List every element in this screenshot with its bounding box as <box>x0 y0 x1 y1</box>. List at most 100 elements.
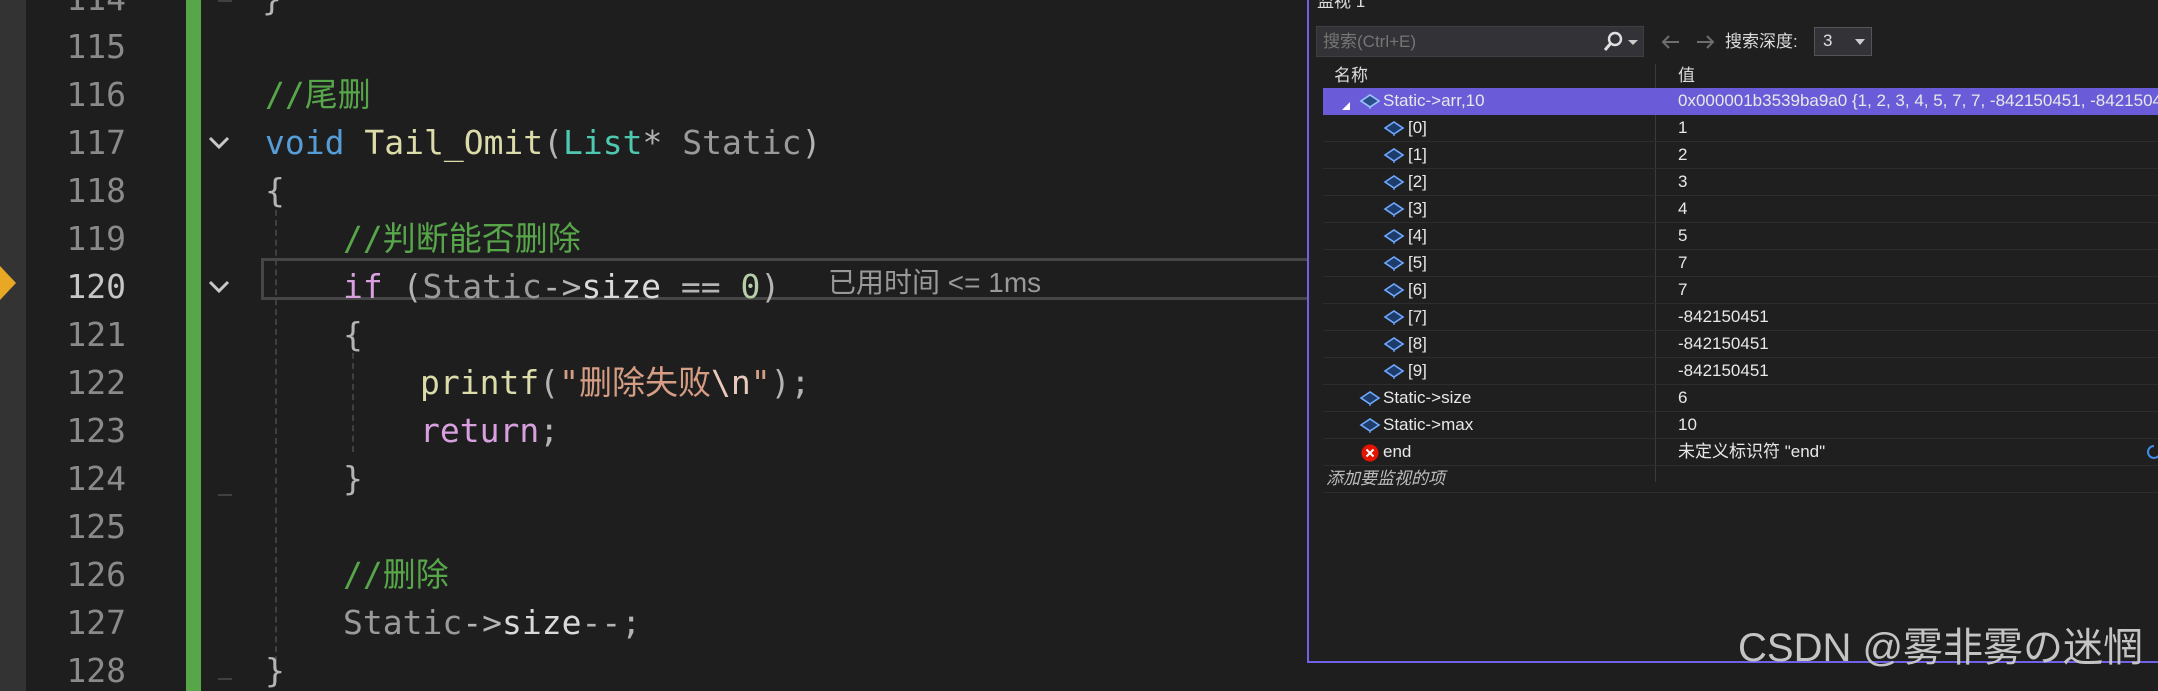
watch-name[interactable]: end <box>1383 439 1411 465</box>
code-line: 122 printf("删除失败\n"); <box>0 359 1310 407</box>
watch-value[interactable]: 1 <box>1678 115 1687 141</box>
variable-icon <box>1359 92 1381 110</box>
watch-row-error[interactable]: end 未定义标识符 "end" <box>1323 439 2158 466</box>
watch-title[interactable]: 监视 1 <box>1317 0 1365 12</box>
watch-value[interactable]: -842150451 <box>1678 331 1769 357</box>
watch-value[interactable]: 6 <box>1678 385 1687 411</box>
search-back-arrow-icon[interactable] <box>1657 28 1685 56</box>
watch-name[interactable]: [4] <box>1408 223 1427 249</box>
watermark: CSDN @雾非雾の迷惘 <box>1738 626 2144 670</box>
search-box[interactable] <box>1316 26 1644 57</box>
watch-name[interactable]: [7] <box>1408 304 1427 330</box>
code-lines: 114 } 115 116 //尾删 117 void Tail_Omit(Li… <box>0 0 1310 691</box>
line-number: 127 <box>66 603 126 642</box>
code-line: 125 <box>0 503 1310 551</box>
code-line: 124 } <box>0 455 1310 503</box>
watch-row-child[interactable]: [8] -842150451 <box>1323 331 2158 358</box>
collapse-chevron-icon[interactable] <box>205 273 233 301</box>
watch-value[interactable]: 10 <box>1678 412 1697 438</box>
watch-value[interactable]: 未定义标识符 "end" <box>1678 439 1825 465</box>
line-number: 123 <box>66 411 126 450</box>
watch-row[interactable]: Static->size 6 <box>1323 385 2158 412</box>
watch-name[interactable]: [3] <box>1408 196 1427 222</box>
watch-row-child[interactable]: [3] 4 <box>1323 196 2158 223</box>
search-depth-select[interactable]: 3 <box>1814 27 1872 56</box>
watch-row-child[interactable]: [5] 7 <box>1323 250 2158 277</box>
watch-name[interactable]: [0] <box>1408 115 1427 141</box>
column-header-value[interactable]: 值 <box>1678 64 1695 88</box>
code-line: 115 <box>0 23 1310 71</box>
line-number: 119 <box>66 219 126 258</box>
code-text: return; <box>420 411 560 450</box>
code-line: 121 { <box>0 311 1310 359</box>
code-text: } <box>343 459 363 498</box>
code-line: 119 //判断能否删除 <box>0 215 1310 263</box>
line-number: 124 <box>66 459 126 498</box>
grid-header: 名称 值 <box>1323 64 2158 88</box>
collapse-chevron-icon[interactable] <box>205 129 233 157</box>
variable-icon <box>1359 416 1381 434</box>
line-number: 114 <box>26 0 126 23</box>
line-number: 115 <box>66 27 126 66</box>
code-text: { <box>265 171 285 210</box>
watch-window[interactable]: 监视 1 搜索深度: 3 名称 值 St <box>1307 0 2158 663</box>
watch-row-child[interactable]: [6] 7 <box>1323 277 2158 304</box>
watch-name[interactable]: [8] <box>1408 331 1427 357</box>
variable-icon <box>1383 227 1405 245</box>
watch-value[interactable]: 2 <box>1678 142 1687 168</box>
watch-row[interactable]: Static->max 10 <box>1323 412 2158 439</box>
watch-row-child[interactable]: [1] 2 <box>1323 142 2158 169</box>
line-number: 118 <box>66 171 126 210</box>
variable-icon <box>1383 308 1405 326</box>
refresh-icon[interactable] <box>2145 443 2158 461</box>
line-number: 121 <box>66 315 126 354</box>
column-header-name[interactable]: 名称 <box>1334 64 1368 88</box>
watch-value[interactable]: 7 <box>1678 250 1687 276</box>
line-number: 122 <box>66 363 126 402</box>
watch-value[interactable]: 4 <box>1678 196 1687 222</box>
watch-name[interactable]: [6] <box>1408 277 1427 303</box>
code-line: 126 //删除 <box>0 551 1310 599</box>
code-line: 114 } <box>0 0 1310 23</box>
watch-value[interactable]: -842150451 <box>1678 304 1769 330</box>
watch-row-child[interactable]: [2] 3 <box>1323 169 2158 196</box>
watch-name[interactable]: Static->size <box>1383 385 1471 411</box>
code-editor[interactable]: 114 } 115 116 //尾删 117 void Tail_Omit(Li… <box>0 0 1310 691</box>
watch-value[interactable]: 5 <box>1678 223 1687 249</box>
code-text: void Tail_Omit(List* Static) <box>265 123 822 162</box>
perf-tip[interactable]: 已用时间 <= 1ms <box>828 263 1041 303</box>
code-line: 128 } <box>0 647 1310 691</box>
watch-name[interactable]: [1] <box>1408 142 1427 168</box>
watch-name[interactable]: Static->arr,10 <box>1383 88 1485 114</box>
add-watch-row[interactable]: 添加要监视的项 <box>1323 466 2158 493</box>
variable-icon <box>1359 389 1381 407</box>
watch-row-child[interactable]: [9] -842150451 <box>1323 358 2158 385</box>
chevron-down-icon <box>1855 39 1865 45</box>
watch-name[interactable]: Static->max <box>1383 412 1473 438</box>
comment-text: //判断能否删除 <box>343 219 581 258</box>
code-line: 117 void Tail_Omit(List* Static) <box>0 119 1310 167</box>
search-options-chevron-icon[interactable] <box>1626 31 1640 53</box>
watch-value[interactable]: 0x000001b3539ba9a0 {1, 2, 3, 4, 5, 7, 7,… <box>1678 88 2158 114</box>
search-icon[interactable] <box>1602 31 1624 53</box>
watch-value[interactable]: 7 <box>1678 277 1687 303</box>
search-forward-arrow-icon[interactable] <box>1691 28 1719 56</box>
search-input[interactable] <box>1317 27 1587 56</box>
watch-name[interactable]: [9] <box>1408 358 1427 384</box>
watch-row-selected[interactable]: Static->arr,10 0x000001b3539ba9a0 {1, 2,… <box>1323 88 2158 115</box>
variable-icon <box>1383 362 1405 380</box>
search-depth-value: 3 <box>1823 31 1833 50</box>
add-watch-placeholder[interactable]: 添加要监视的项 <box>1326 466 1445 492</box>
watch-value[interactable]: 3 <box>1678 169 1687 195</box>
variable-icon <box>1383 254 1405 272</box>
watch-row-child[interactable]: [7] -842150451 <box>1323 304 2158 331</box>
code-text: } <box>262 0 282 23</box>
watch-row-child[interactable]: [0] 1 <box>1323 115 2158 142</box>
watch-grid[interactable]: 名称 值 Static->arr,10 0x000001b3539ba9a0 {… <box>1323 64 2158 493</box>
watch-value[interactable]: -842150451 <box>1678 358 1769 384</box>
watch-name[interactable]: [5] <box>1408 250 1427 276</box>
watch-name[interactable]: [2] <box>1408 169 1427 195</box>
watch-row-child[interactable]: [4] 5 <box>1323 223 2158 250</box>
comment-text: //尾删 <box>265 75 371 114</box>
line-number: 125 <box>66 507 126 546</box>
